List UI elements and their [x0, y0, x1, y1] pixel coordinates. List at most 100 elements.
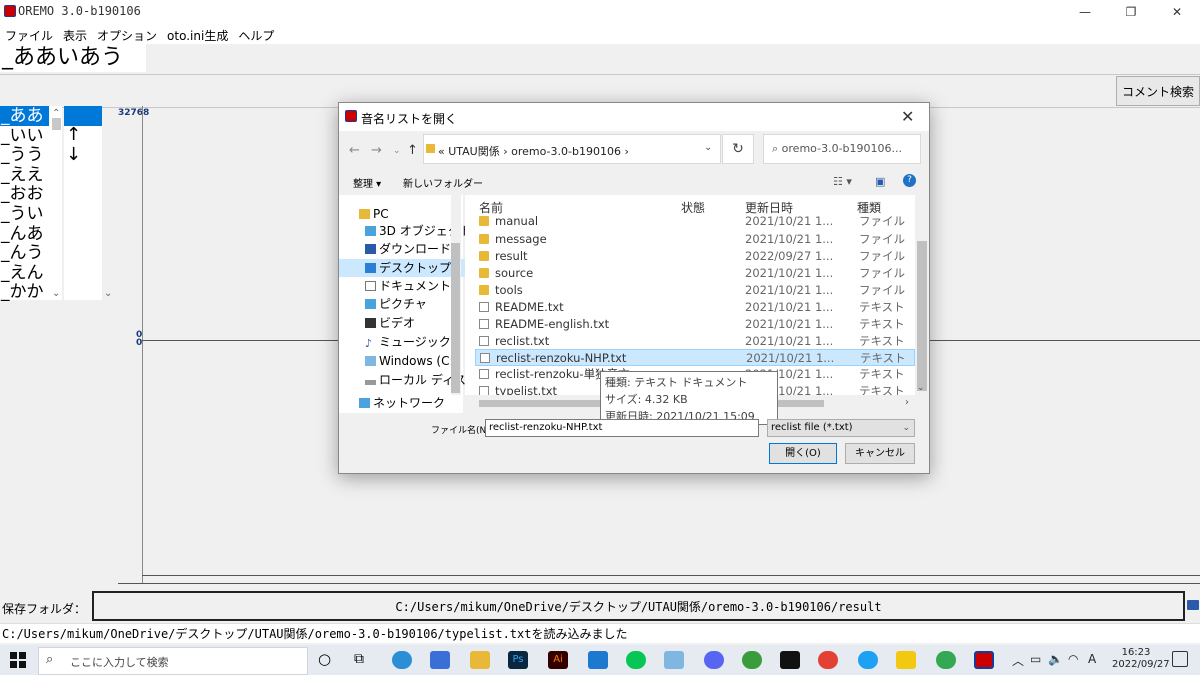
mail-icon[interactable]	[588, 651, 608, 669]
spectrum-divider	[142, 575, 1200, 576]
list-scroll-down-icon[interactable]: ⌄	[52, 288, 60, 299]
dialog-close-button[interactable]: ✕	[901, 107, 914, 126]
chrome-icon[interactable]	[818, 651, 838, 669]
list-item[interactable]: _おお	[0, 184, 49, 205]
scroll-down-icon[interactable]: ⌄	[917, 383, 925, 393]
vscroll-thumb[interactable]	[917, 241, 927, 391]
file-row[interactable]: manual 2021/10/21 1... ファイル	[475, 213, 915, 230]
window-title: OREMO 3.0-b190106	[18, 4, 141, 18]
tooltip-type: 種類: テキスト ドキュメント	[605, 376, 748, 389]
nav-label: ダウンロード	[379, 242, 452, 256]
forward-icon[interactable]: →	[371, 143, 382, 158]
cancel-button[interactable]: キャンセル	[845, 443, 915, 464]
list-item[interactable]: _んう	[0, 243, 49, 263]
file-row[interactable]: reclist.txt 2021/10/21 1... テキスト	[475, 333, 915, 350]
menu-otoini[interactable]: oto.ini生成	[162, 24, 233, 44]
up-icon[interactable]: ↑	[407, 143, 418, 158]
battery-icon[interactable]: ▭	[1030, 652, 1041, 666]
nav-label: ピクチャ	[379, 297, 427, 311]
menu-file[interactable]: ファイル	[0, 24, 58, 44]
list-item[interactable]: _いい	[0, 126, 49, 146]
dialog-search-input[interactable]: ⌕ oremo-3.0-b190106...	[763, 134, 921, 164]
search-icon: ⌕	[46, 652, 54, 667]
list-item[interactable]: _うう	[0, 145, 49, 165]
file-row[interactable]: result 2022/09/27 1... ファイル	[475, 248, 915, 265]
search-icon: ⌕	[772, 142, 782, 155]
photoshop-icon[interactable]: Ps	[508, 651, 528, 669]
menu-options[interactable]: オプション	[92, 24, 162, 44]
music-icon: ♪	[365, 337, 373, 350]
list-item[interactable]: _うい	[0, 204, 49, 224]
alias-list[interactable]: _ああ _いい _うう _ええ _おお _うい _んあ _んう _えん _かか	[0, 106, 62, 303]
help-icon[interactable]: ?	[903, 174, 916, 187]
title-bar: OREMO 3.0-b190106 — ❐ ✕	[0, 0, 1200, 24]
chrome-alt-icon[interactable]	[936, 651, 956, 669]
clock-date: 2022/09/27	[1112, 659, 1170, 670]
back-icon[interactable]: ←	[349, 143, 360, 158]
recent-chevron-icon[interactable]: ⌄	[393, 146, 401, 156]
clip-studio-icon[interactable]	[780, 651, 800, 669]
task-view-icon[interactable]: ⧉	[354, 651, 364, 667]
open-file-dialog: 音名リストを開く ✕ ← → ⌄ ↑ « UTAU関係 › oremo-3.0-…	[338, 102, 930, 474]
list-item[interactable]	[64, 106, 102, 126]
nav-scroll-thumb[interactable]	[451, 243, 460, 393]
store-icon[interactable]	[430, 651, 450, 669]
organize-button[interactable]: 整理 ▾	[353, 175, 381, 190]
notification-icon[interactable]	[1172, 651, 1188, 667]
ime-indicator[interactable]: A	[1088, 652, 1096, 666]
wifi-icon[interactable]: ◠	[1068, 652, 1078, 666]
nav-label: デスクトップ	[379, 261, 452, 275]
sticky-notes-icon[interactable]	[896, 651, 916, 669]
explorer-icon[interactable]	[470, 651, 490, 669]
discord-icon[interactable]	[704, 651, 724, 669]
maximize-button[interactable]: ❐	[1108, 0, 1154, 24]
list-item[interactable]: _んあ	[0, 224, 49, 244]
preview-pane-icon[interactable]: ▣	[875, 175, 885, 188]
comment-search-button[interactable]: コメント検索	[1116, 76, 1200, 106]
file-row[interactable]: README-english.txt 2021/10/21 1... テキスト	[475, 316, 915, 333]
menu-view[interactable]: 表示	[58, 24, 92, 44]
app-icon[interactable]	[664, 651, 684, 669]
windows-start-icon[interactable]	[10, 652, 26, 668]
app-icon[interactable]	[742, 651, 762, 669]
nav-item-pc[interactable]: PC	[339, 205, 483, 223]
suffix-scroll-down-icon[interactable]: ⌄	[104, 288, 112, 299]
cortana-icon[interactable]: ○	[318, 650, 331, 668]
list-item[interactable]: _ええ	[0, 165, 49, 185]
folder-browse-icon[interactable]	[1187, 600, 1199, 610]
scroll-right-icon[interactable]: ›	[905, 397, 909, 408]
list-item[interactable]: _えん	[0, 263, 49, 283]
address-dropdown-icon[interactable]: ⌄	[704, 142, 712, 153]
illustrator-icon[interactable]: Ai	[548, 651, 568, 669]
menu-help[interactable]: ヘルプ	[233, 24, 279, 44]
tray-expand-icon[interactable]: ︿	[1012, 652, 1024, 669]
file-row-selected[interactable]: reclist-renzoku-NHP.txt 2021/10/21 1... テキ…	[475, 349, 915, 366]
oremo-taskbar-icon[interactable]	[974, 651, 994, 669]
edge-icon[interactable]	[392, 651, 412, 669]
file-row[interactable]: source 2021/10/21 1... ファイル	[475, 265, 915, 282]
nav-item-network[interactable]: ネットワーク	[339, 394, 483, 412]
filename-input[interactable]: reclist-renzoku-NHP.txt	[485, 419, 759, 437]
file-type-select[interactable]: reclist file (*.txt) ⌄	[767, 419, 915, 437]
minimize-button[interactable]: —	[1062, 0, 1108, 24]
taskbar-clock[interactable]: 16:23 2022/09/27	[1112, 647, 1170, 671]
view-options-icon[interactable]: ☷ ▾	[833, 175, 852, 188]
save-folder-field[interactable]: C:/Users/mikum/OneDrive/デスクトップ/UTAU関係/or…	[92, 591, 1185, 621]
volume-icon[interactable]: 🔈	[1048, 652, 1063, 666]
refresh-icon[interactable]: ↻	[722, 134, 754, 164]
list-item[interactable]: _かか	[0, 282, 49, 303]
file-row[interactable]: README.txt 2021/10/21 1... テキスト	[475, 299, 915, 316]
status-bar: C:/Users/mikum/OneDrive/デスクトップ/UTAU関係/or…	[0, 623, 1200, 643]
file-row[interactable]: tools 2021/10/21 1... ファイル	[475, 282, 915, 299]
open-button[interactable]: 開く(O)	[769, 443, 837, 464]
close-button[interactable]: ✕	[1154, 0, 1200, 24]
address-bar[interactable]: « UTAU関係 › oremo-3.0-b190106 › ⌄	[423, 134, 721, 164]
list-item[interactable]: _ああ	[0, 106, 49, 126]
list-scroll-thumb[interactable]	[52, 118, 61, 130]
line-icon[interactable]	[626, 651, 646, 669]
desktop-icon	[365, 263, 376, 273]
new-folder-button[interactable]: 新しいフォルダー	[403, 175, 483, 190]
twitter-icon[interactable]	[858, 651, 878, 669]
current-alias: _ああいあう	[0, 44, 146, 72]
file-row[interactable]: message 2021/10/21 1... ファイル	[475, 231, 915, 248]
